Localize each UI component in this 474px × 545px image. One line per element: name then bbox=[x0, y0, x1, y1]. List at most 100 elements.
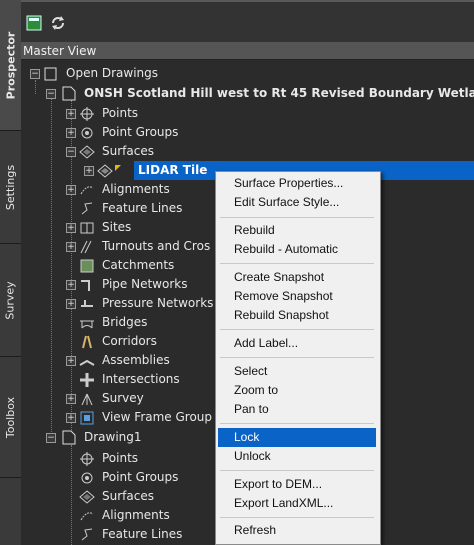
menu-separator bbox=[220, 263, 374, 264]
point-groups-icon bbox=[81, 127, 93, 139]
tab-toolbox[interactable]: Toolbox bbox=[0, 357, 21, 478]
menu-item-surface-properties[interactable]: Surface Properties... bbox=[234, 174, 343, 193]
tree-node-label: Catchments bbox=[102, 258, 175, 272]
menu-item-create-snapshot[interactable]: Create Snapshot bbox=[234, 268, 324, 287]
tree-node-label: LIDAR Tile bbox=[138, 163, 208, 177]
surfaces-icon bbox=[79, 145, 95, 159]
tree-node-point-groups[interactable]: + Point Groups bbox=[21, 123, 474, 142]
tree-node-label: Turnouts and Cros bbox=[102, 239, 211, 253]
menu-item-export-landxml[interactable]: Export LandXML... bbox=[234, 494, 333, 513]
bridges-icon bbox=[80, 320, 94, 329]
prospector-toolbar bbox=[21, 0, 474, 43]
alignments-icon bbox=[80, 186, 94, 195]
tree-node-label: Sites bbox=[102, 220, 132, 234]
tab-toolbox-label: Toolbox bbox=[4, 396, 17, 438]
palette-side-strip: Prospector Settings Survey Toolbox bbox=[0, 0, 22, 545]
tab-prospector-label: Prospector bbox=[4, 31, 17, 99]
menu-item-select[interactable]: Select bbox=[234, 362, 267, 381]
warning-flag-icon bbox=[115, 165, 121, 171]
menu-separator bbox=[220, 357, 374, 358]
tree-node-points[interactable]: + Points bbox=[21, 104, 474, 123]
pipe-networks-icon bbox=[81, 280, 90, 291]
menu-item-add-label[interactable]: Add Label... bbox=[234, 334, 298, 353]
tree-node-drawing[interactable]: − ONSH Scotland Hill west to Rt 45 Revis… bbox=[21, 84, 474, 103]
master-view-header[interactable]: Master View bbox=[21, 42, 474, 60]
collapse-toggle[interactable]: − bbox=[66, 147, 76, 157]
collapse-toggle[interactable]: − bbox=[30, 69, 40, 79]
master-view-label: Master View bbox=[23, 44, 97, 58]
expand-toggle[interactable]: + bbox=[66, 128, 76, 138]
turnouts-icon bbox=[80, 240, 92, 254]
expand-toggle[interactable]: + bbox=[66, 413, 76, 423]
point-groups-icon bbox=[81, 472, 93, 484]
item-view-toggle-button[interactable] bbox=[25, 14, 43, 32]
tree-node-open-drawings[interactable]: − Open Drawings bbox=[21, 64, 474, 83]
menu-item-remove-snapshot[interactable]: Remove Snapshot bbox=[234, 287, 333, 306]
folder-icon bbox=[44, 67, 57, 81]
expand-toggle[interactable]: + bbox=[66, 109, 76, 119]
menu-item-pan-to[interactable]: Pan to bbox=[234, 400, 269, 419]
tree-node-label: Drawing1 bbox=[84, 430, 142, 444]
tree-node-label: Intersections bbox=[102, 372, 180, 386]
tree-node-label: Points bbox=[102, 106, 139, 120]
menu-item-lock[interactable]: Lock bbox=[234, 428, 259, 447]
menu-separator bbox=[220, 423, 374, 424]
menu-separator bbox=[220, 329, 374, 330]
tree-node-label: ONSH Scotland Hill west to Rt 45 Revised… bbox=[84, 86, 474, 100]
feature-lines-icon bbox=[81, 528, 93, 541]
points-icon bbox=[80, 107, 94, 121]
tree-node-label: Pressure Networks bbox=[102, 296, 214, 310]
tree-node-label: Alignments bbox=[102, 182, 170, 196]
expand-toggle[interactable]: + bbox=[84, 166, 94, 176]
tree-node-label: Feature Lines bbox=[102, 201, 183, 215]
menu-separator bbox=[220, 470, 374, 471]
tab-settings[interactable]: Settings bbox=[0, 131, 21, 244]
tab-survey[interactable]: Survey bbox=[0, 244, 21, 357]
menu-item-edit-surface-style[interactable]: Edit Surface Style... bbox=[234, 193, 339, 212]
tree-node-label: Open Drawings bbox=[66, 66, 159, 80]
tree-node-label: Alignments bbox=[102, 508, 170, 522]
tree-node-label: Corridors bbox=[102, 334, 157, 348]
tab-survey-label: Survey bbox=[4, 280, 18, 320]
collapse-toggle[interactable]: − bbox=[46, 433, 56, 443]
tree-node-label: Assemblies bbox=[102, 353, 170, 367]
refresh-button[interactable] bbox=[49, 14, 67, 32]
expand-toggle[interactable]: + bbox=[66, 356, 76, 366]
tree-node-label: Surfaces bbox=[102, 144, 154, 158]
menu-item-rebuild-snapshot[interactable]: Rebuild Snapshot bbox=[234, 306, 329, 325]
menu-item-unlock[interactable]: Unlock bbox=[234, 447, 271, 466]
expand-toggle[interactable]: + bbox=[66, 394, 76, 404]
drawing-icon bbox=[62, 430, 76, 445]
menu-item-export-dem[interactable]: Export to DEM... bbox=[234, 475, 322, 494]
menu-item-refresh[interactable]: Refresh bbox=[234, 521, 276, 540]
tree-node-label: Feature Lines bbox=[102, 527, 183, 541]
tree-node-label: Survey bbox=[102, 391, 144, 405]
menu-item-zoom-to[interactable]: Zoom to bbox=[234, 381, 278, 400]
item-view-icon bbox=[26, 15, 42, 31]
expand-toggle[interactable]: + bbox=[66, 299, 76, 309]
menu-separator bbox=[220, 217, 374, 218]
pressure-networks-icon bbox=[81, 300, 93, 307]
expand-toggle[interactable]: + bbox=[66, 185, 76, 195]
tab-prospector[interactable]: Prospector bbox=[0, 0, 21, 131]
collapse-toggle[interactable]: − bbox=[46, 89, 56, 99]
intersections-icon bbox=[80, 373, 94, 387]
tab-settings-label: Settings bbox=[4, 164, 17, 210]
drawing-icon bbox=[62, 86, 76, 101]
surfaces-icon bbox=[79, 490, 95, 504]
expand-toggle[interactable]: + bbox=[66, 223, 76, 233]
survey-tripod-icon bbox=[81, 393, 93, 406]
tree-node-label: Bridges bbox=[102, 315, 148, 329]
menu-item-rebuild[interactable]: Rebuild bbox=[234, 221, 275, 240]
assemblies-icon bbox=[79, 359, 95, 366]
toolbar-top-edge bbox=[21, 0, 474, 2]
expand-toggle[interactable]: + bbox=[66, 242, 76, 252]
menu-item-rebuild-automatic[interactable]: Rebuild - Automatic bbox=[234, 240, 338, 259]
alignments-icon bbox=[80, 512, 94, 521]
menu-separator bbox=[220, 517, 374, 518]
tree-node-surfaces[interactable]: − Surfaces bbox=[21, 142, 474, 161]
expand-toggle[interactable]: + bbox=[66, 280, 76, 290]
tree-node-label: Surfaces bbox=[102, 489, 154, 503]
tree-node-label: Pipe Networks bbox=[102, 277, 188, 291]
view-frame-icon bbox=[80, 411, 94, 425]
